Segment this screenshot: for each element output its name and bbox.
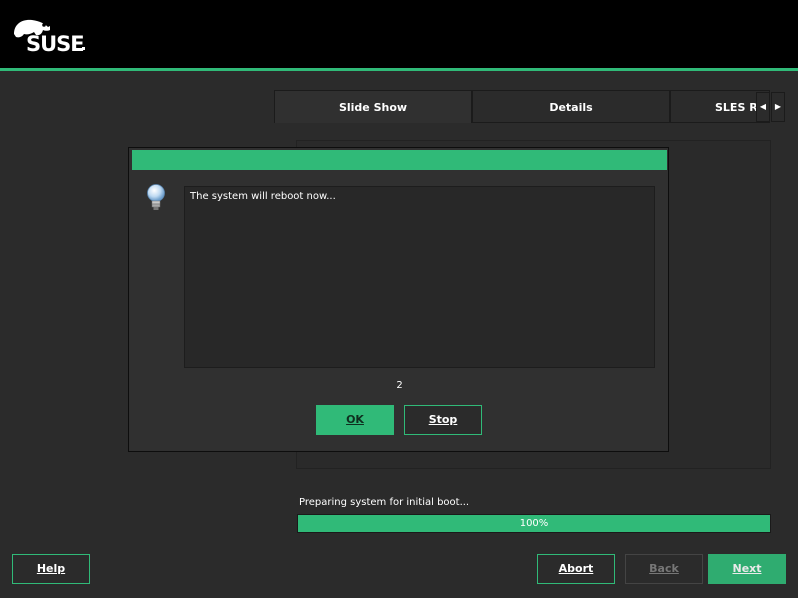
abort-button[interactable]: Abort: [537, 554, 615, 584]
progress-percent: 100%: [519, 518, 549, 529]
reboot-dialog: The system will reboot now... 2 OK Stop: [128, 147, 669, 452]
countdown-value: 2: [396, 380, 403, 391]
tab-scroll-right-button[interactable]: ▶: [771, 92, 785, 122]
dialog-title-bar: [132, 150, 667, 170]
progress-label: Preparing system for initial boot...: [299, 497, 470, 508]
ok-button[interactable]: OK: [316, 405, 394, 435]
tab-scroll-left-button[interactable]: ◀: [756, 92, 770, 122]
lightbulb-icon: [145, 183, 167, 213]
next-button-label: Next: [732, 562, 762, 575]
stop-button-label: Stop: [428, 413, 458, 426]
tab-label: Slide Show: [338, 101, 408, 114]
tab-slide-show[interactable]: Slide Show: [274, 90, 472, 123]
message-box: The system will reboot now...: [184, 186, 655, 368]
progress-bar: 100%: [297, 514, 771, 533]
tab-label: Details: [549, 101, 593, 114]
help-button[interactable]: Help: [12, 554, 90, 584]
back-button-label: Back: [649, 562, 679, 575]
brand-name: SUSE: [26, 32, 85, 56]
chevron-right-icon: ▶: [774, 102, 782, 111]
suse-logo: SUSE: [12, 16, 88, 56]
header-bar: SUSE: [0, 0, 798, 68]
chevron-left-icon: ◀: [759, 102, 767, 111]
tab-sles-release-notes[interactable]: SLES Re: [670, 90, 770, 123]
stop-button[interactable]: Stop: [404, 405, 482, 435]
next-button[interactable]: Next: [708, 554, 786, 584]
tab-details[interactable]: Details: [472, 90, 670, 123]
help-button-label: Help: [36, 562, 66, 575]
header-accent-line: [0, 68, 798, 71]
back-button[interactable]: Back: [625, 554, 703, 584]
abort-button-label: Abort: [558, 562, 594, 575]
logo-dot: [82, 47, 85, 50]
ok-button-label: OK: [346, 413, 364, 426]
message-text: The system will reboot now...: [190, 191, 336, 202]
